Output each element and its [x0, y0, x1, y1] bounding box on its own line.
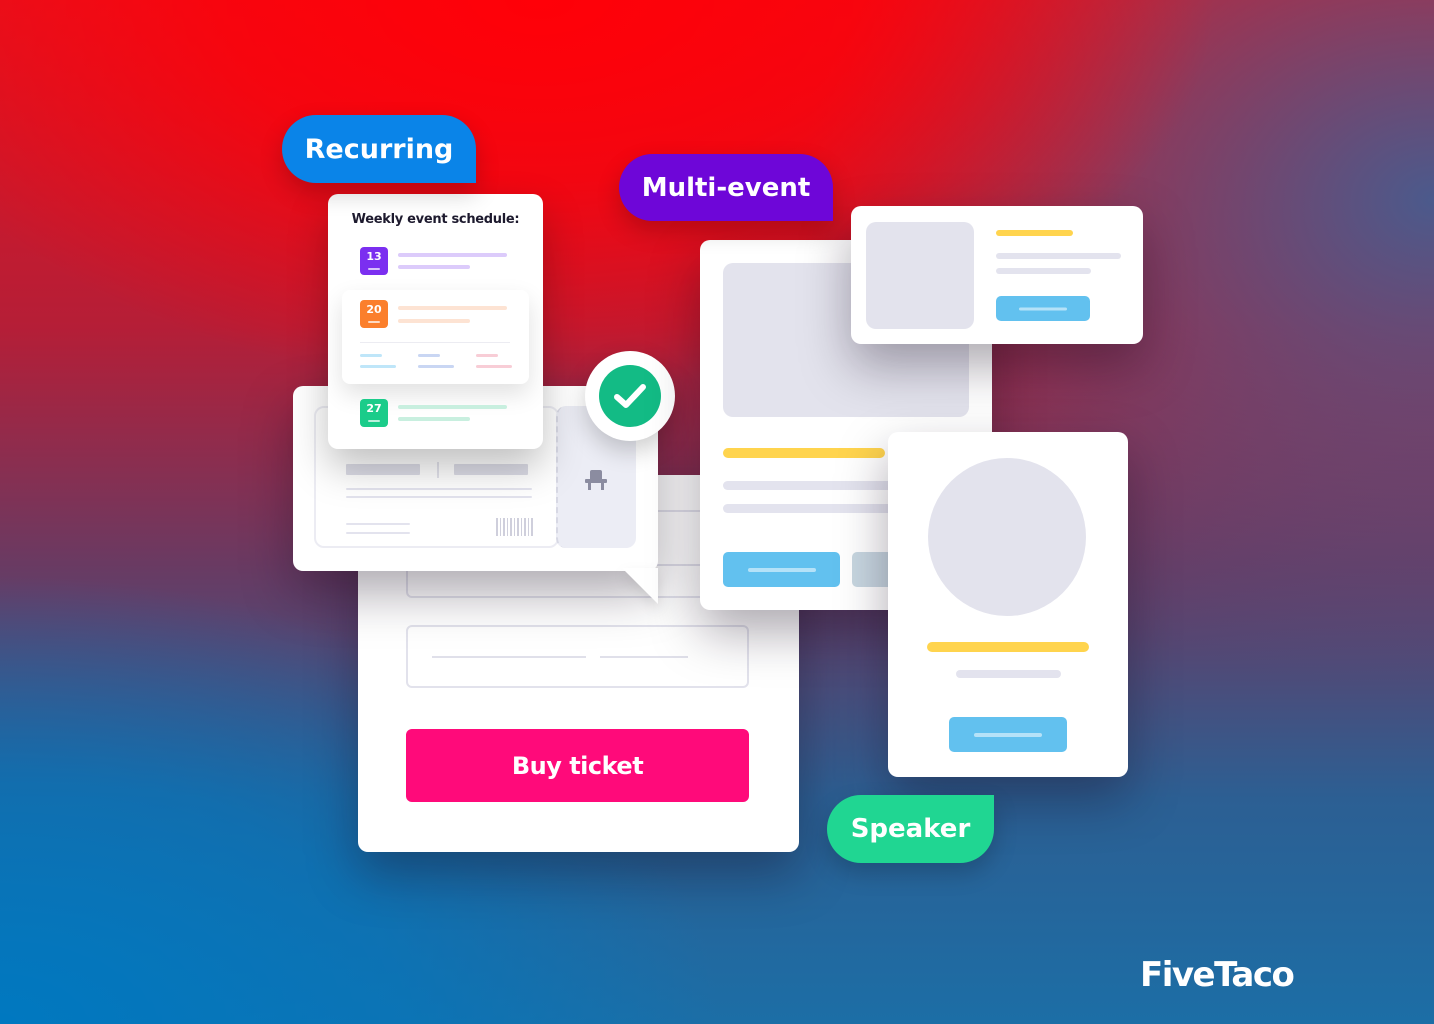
- ticket-line: [346, 496, 532, 498]
- ticket-divider: [437, 462, 439, 478]
- confirmed-badge: [585, 351, 675, 441]
- fivetaco-logo: FiveTaco: [1140, 955, 1295, 995]
- divider: [360, 342, 510, 343]
- day-badge-27[interactable]: 27: [360, 399, 388, 427]
- mini-image-placeholder: [866, 222, 974, 329]
- event-line: [398, 306, 507, 310]
- mini-event-button[interactable]: [996, 296, 1090, 321]
- event-line: [398, 253, 507, 257]
- seat-icon: [585, 470, 607, 490]
- mini-event-card: [851, 206, 1143, 344]
- day-badge-20[interactable]: 20: [360, 300, 388, 328]
- mini-text-line: [996, 253, 1121, 259]
- ticket-line: [346, 523, 410, 525]
- speaker-card: [888, 432, 1128, 777]
- detail-line: [418, 365, 454, 368]
- check-icon: [614, 384, 646, 408]
- mini-text-line: [996, 268, 1091, 274]
- event-line: [398, 405, 507, 409]
- event-primary-button[interactable]: [723, 552, 840, 587]
- field-placeholder-line: [432, 656, 586, 658]
- detail-line: [418, 354, 440, 357]
- event-line: [398, 417, 470, 421]
- day-number: 27: [366, 402, 382, 415]
- day-number: 20: [366, 303, 382, 316]
- weekly-schedule-card: Weekly event schedule: 13 20 27: [328, 194, 543, 449]
- event-text-line: [723, 481, 903, 490]
- detail-line: [476, 365, 512, 368]
- day-badge-13[interactable]: 13: [360, 247, 388, 275]
- multi-event-tag[interactable]: Multi-event: [619, 154, 833, 221]
- schedule-item-expanded[interactable]: 20: [342, 290, 529, 384]
- speaker-tag[interactable]: Speaker: [827, 795, 994, 863]
- speaker-name-line: [927, 642, 1089, 652]
- mini-title-line: [996, 230, 1073, 236]
- field-placeholder-line: [600, 656, 688, 658]
- event-title-line: [723, 448, 885, 458]
- schedule-title: Weekly event schedule:: [351, 212, 520, 227]
- barcode-icon: [496, 518, 534, 536]
- ticket-line: [346, 488, 532, 490]
- speaker-avatar-placeholder: [928, 458, 1086, 616]
- event-text-line: [723, 504, 903, 513]
- ticket-text-block: [346, 464, 420, 475]
- event-line: [398, 319, 470, 323]
- detail-line: [360, 354, 382, 357]
- ticket-card-tail: [622, 568, 658, 604]
- ticket-text-block: [454, 464, 528, 475]
- speaker-button[interactable]: [949, 717, 1067, 752]
- recurring-tag[interactable]: Recurring: [282, 115, 476, 183]
- day-number: 13: [366, 250, 382, 263]
- buy-ticket-button[interactable]: Buy ticket: [406, 729, 749, 802]
- detail-line: [476, 354, 498, 357]
- event-line: [398, 265, 470, 269]
- speaker-role-line: [956, 670, 1061, 678]
- detail-line: [360, 365, 396, 368]
- check-circle: [599, 365, 661, 427]
- ticket-field-2[interactable]: [406, 625, 749, 688]
- ticket-line: [346, 532, 410, 534]
